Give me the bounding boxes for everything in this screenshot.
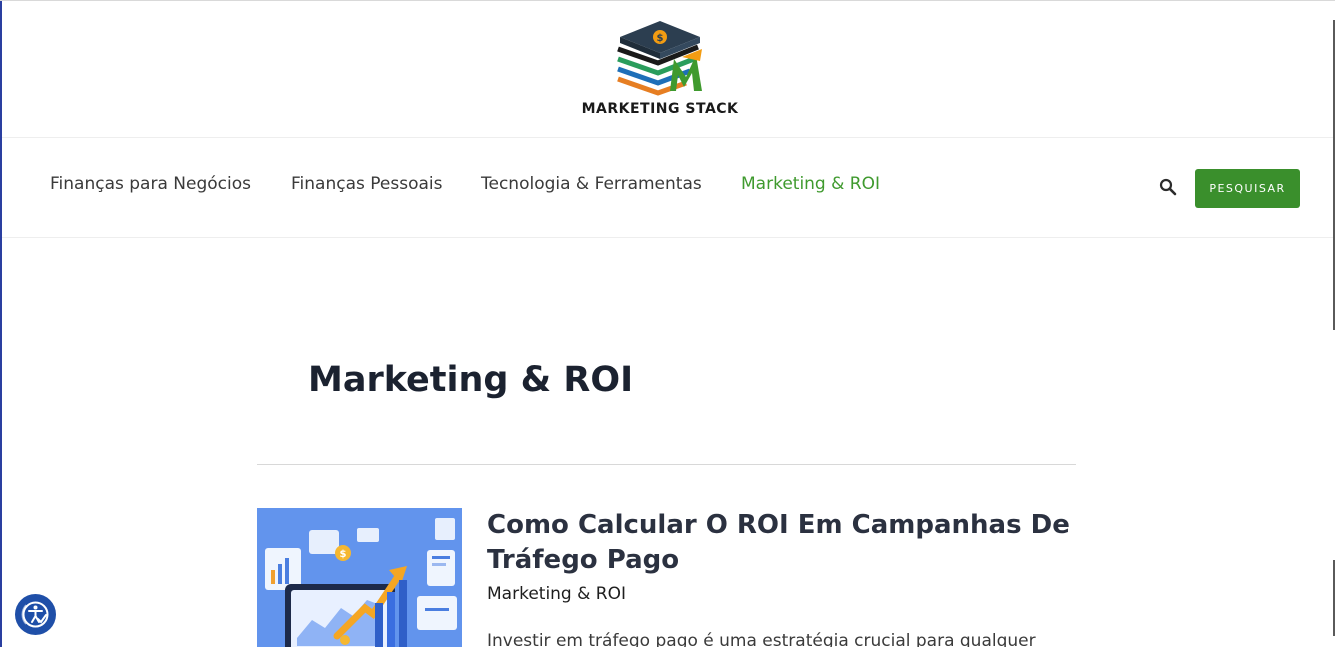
site-header: $ MARKETING STACK [2, 1, 1333, 138]
search-icon[interactable] [1159, 178, 1177, 196]
nav-item-marketing-roi[interactable]: Marketing & ROI [741, 174, 880, 194]
svg-text:$: $ [657, 33, 664, 44]
page-title: Marketing & ROI [308, 360, 634, 400]
post-category-link[interactable]: Marketing & ROI [487, 584, 626, 604]
analytics-illustration: $ [257, 508, 462, 647]
accessibility-button[interactable] [15, 594, 56, 635]
main-navigation: Finanças para Negócios Finanças Pessoais… [2, 139, 1333, 238]
nav-item-financas-pessoais[interactable]: Finanças Pessoais [291, 174, 442, 194]
title-divider [257, 464, 1076, 465]
accessibility-icon [21, 601, 49, 628]
svg-text:$: $ [340, 549, 347, 560]
search-button[interactable]: PESQUISAR [1195, 169, 1300, 208]
nav-item-tecnologia-ferramentas[interactable]: Tecnologia & Ferramentas [481, 174, 702, 194]
post-excerpt: Investir em tráfego pago é uma estratégi… [487, 631, 1036, 647]
post-title[interactable]: Como Calcular O ROI Em Campanhas De Tráf… [487, 508, 1077, 578]
nav-item-financas-negocios[interactable]: Finanças para Negócios [50, 174, 251, 194]
books-stack-dollar-logo: $ [617, 21, 702, 96]
post-thumbnail[interactable]: $ [257, 508, 462, 647]
site-name: MARKETING STACK [581, 101, 739, 117]
site-logo[interactable]: $ MARKETING STACK [578, 19, 742, 121]
